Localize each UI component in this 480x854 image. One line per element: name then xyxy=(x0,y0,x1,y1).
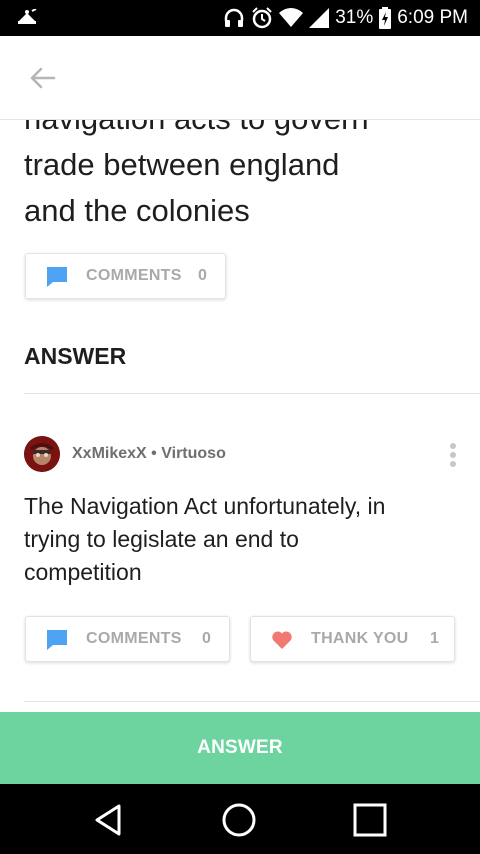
answer-line: trying to legislate an end to xyxy=(24,526,299,552)
divider xyxy=(24,701,480,702)
signal-icon xyxy=(309,8,330,28)
battery-icon xyxy=(379,7,392,29)
answer-section-title: ANSWER xyxy=(24,343,127,369)
heart-icon xyxy=(272,631,292,649)
comments-count: 0 xyxy=(202,630,212,647)
back-arrow-icon[interactable] xyxy=(28,64,56,92)
clock: 6:09 PM xyxy=(397,7,468,28)
status-bar: 31% 6:09 PM xyxy=(0,0,480,36)
answer-line: The Navigation Act unfortunately, in xyxy=(24,493,386,519)
thank-you-button[interactable]: THANK YOU 1 xyxy=(250,616,455,662)
question-line: trade between england xyxy=(24,147,340,182)
battery-percent: 31% xyxy=(335,7,374,28)
comments-count: 0 xyxy=(198,267,208,284)
author-name[interactable]: XxMikexX xyxy=(72,445,147,462)
more-vertical-icon[interactable] xyxy=(444,441,462,469)
answer-line: competition xyxy=(24,559,142,585)
author-line: XxMikexX • Virtuoso xyxy=(72,445,226,463)
thank-you-label: THANK YOU xyxy=(311,630,409,647)
comments-label: COMMENTS xyxy=(86,630,182,647)
answer-text: The Navigation Act unfortunately, in try… xyxy=(24,490,464,589)
question-comments-button[interactable]: COMMENTS 0 xyxy=(25,253,226,299)
comment-icon xyxy=(47,267,67,287)
alarm-icon xyxy=(252,7,272,29)
author-separator: • xyxy=(151,445,157,462)
answer-button[interactable]: ANSWER xyxy=(0,712,480,784)
wifi-icon xyxy=(279,8,304,27)
comments-label: COMMENTS xyxy=(86,267,182,284)
question-line: and the colonies xyxy=(24,193,250,228)
nav-home-icon[interactable] xyxy=(221,802,257,838)
author-rank: Virtuoso xyxy=(161,445,226,462)
nav-back-icon[interactable] xyxy=(90,802,126,838)
nav-recents-icon[interactable] xyxy=(352,802,388,838)
divider xyxy=(24,393,480,394)
avatar[interactable] xyxy=(24,436,60,472)
top-bar xyxy=(0,36,480,120)
thank-you-count: 1 xyxy=(430,630,440,647)
notification-icon xyxy=(18,9,37,24)
comment-icon xyxy=(47,630,67,650)
answer-comments-button[interactable]: COMMENTS 0 xyxy=(25,616,230,662)
headphones-icon xyxy=(224,8,244,27)
navigation-bar xyxy=(0,784,480,854)
